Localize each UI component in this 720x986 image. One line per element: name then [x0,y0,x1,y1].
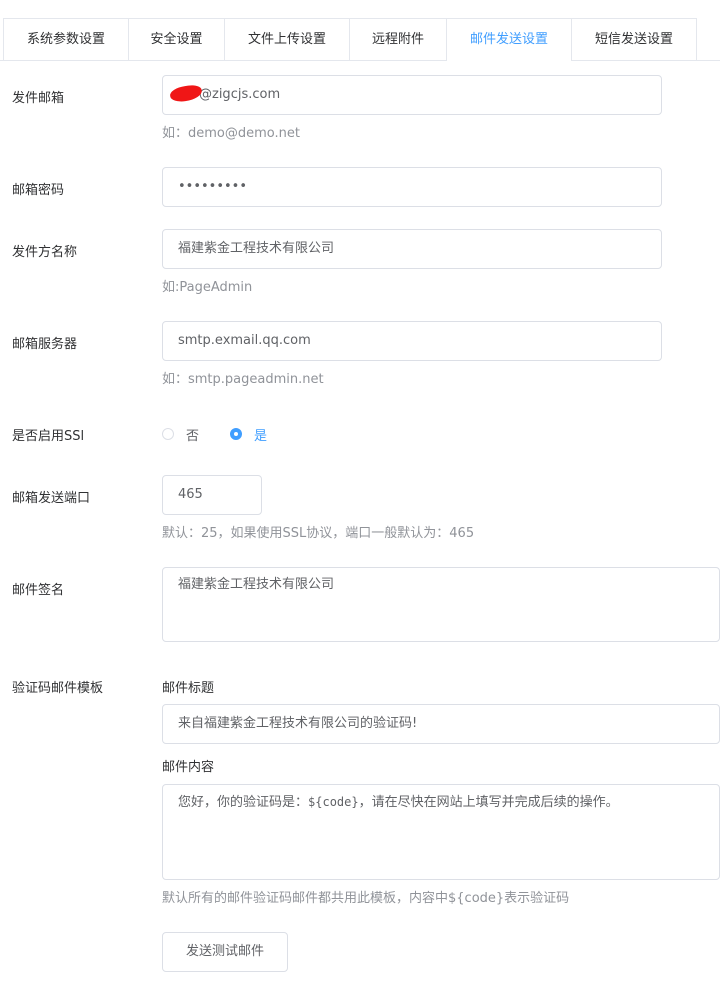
sender-email-input[interactable]: @zigcjs.com [162,75,662,115]
tab-file-upload[interactable]: 文件上传设置 [224,18,350,60]
mail-server-input[interactable]: smtp.exmail.qq.com [162,321,662,361]
template-label: 验证码邮件模板 [12,681,104,696]
port-hint: 默认：25，如果使用SSL协议，端口一般默认为：465 [162,526,475,541]
send-test-email-button[interactable]: 发送测试邮件 [162,932,288,972]
ssl-option-no-radio[interactable] [162,428,174,440]
sender-email-hint: 如：demo@demo.net [162,126,300,141]
content-label: 邮件内容 [162,760,215,775]
subject-label: 邮件标题 [162,681,215,696]
content-code: ${code} [308,795,359,809]
tab-email-settings[interactable]: 邮件发送设置 [446,18,572,61]
ssl-label: 是否启用SSl [12,429,85,444]
content-textarea[interactable]: 您好，你的验证码是：${code}，请在尽快在网站上填写并完成后续的操作。 [162,784,720,880]
content-suffix: ，请在尽快在网站上填写并完成后续的操作。 [358,795,619,810]
settings-tabs: 系统参数设置 安全设置 文件上传设置 远程附件 邮件发送设置 短信发送设置 [0,18,720,61]
sender-name-hint: 如:PageAdmin [162,280,253,295]
sender-name-input[interactable]: 福建紫金工程技术有限公司 [162,229,662,269]
tab-system-params[interactable]: 系统参数设置 [3,18,129,60]
ssl-option-no-label[interactable]: 否 [186,425,199,444]
email-password-input[interactable]: ••••••••• [162,167,662,207]
tab-security[interactable]: 安全设置 [128,18,225,60]
port-label: 邮箱发送端口 [12,491,91,506]
email-password-label: 邮箱密码 [12,183,65,198]
signature-label: 邮件签名 [12,583,65,598]
sender-email-label: 发件邮箱 [12,91,65,106]
content-prefix: 您好，你的验证码是： [178,795,309,810]
ssl-option-yes-label[interactable]: 是 [254,425,267,444]
tab-sms-settings[interactable]: 短信发送设置 [571,18,697,60]
ssl-option-yes-radio[interactable] [230,428,242,440]
signature-textarea[interactable]: 福建紫金工程技术有限公司 [162,567,720,642]
subject-input[interactable]: 来自福建紫金工程技术有限公司的验证码! [162,704,720,744]
mail-server-label: 邮箱服务器 [12,337,78,352]
mail-server-hint: 如：smtp.pageadmin.net [162,372,324,387]
tab-remote-attachment[interactable]: 远程附件 [349,18,447,60]
sender-name-label: 发件方名称 [12,245,78,260]
port-input[interactable]: 465 [162,475,262,515]
template-hint: 默认所有的邮件验证码邮件都共用此模板，内容中${code}表示验证码 [162,891,570,906]
